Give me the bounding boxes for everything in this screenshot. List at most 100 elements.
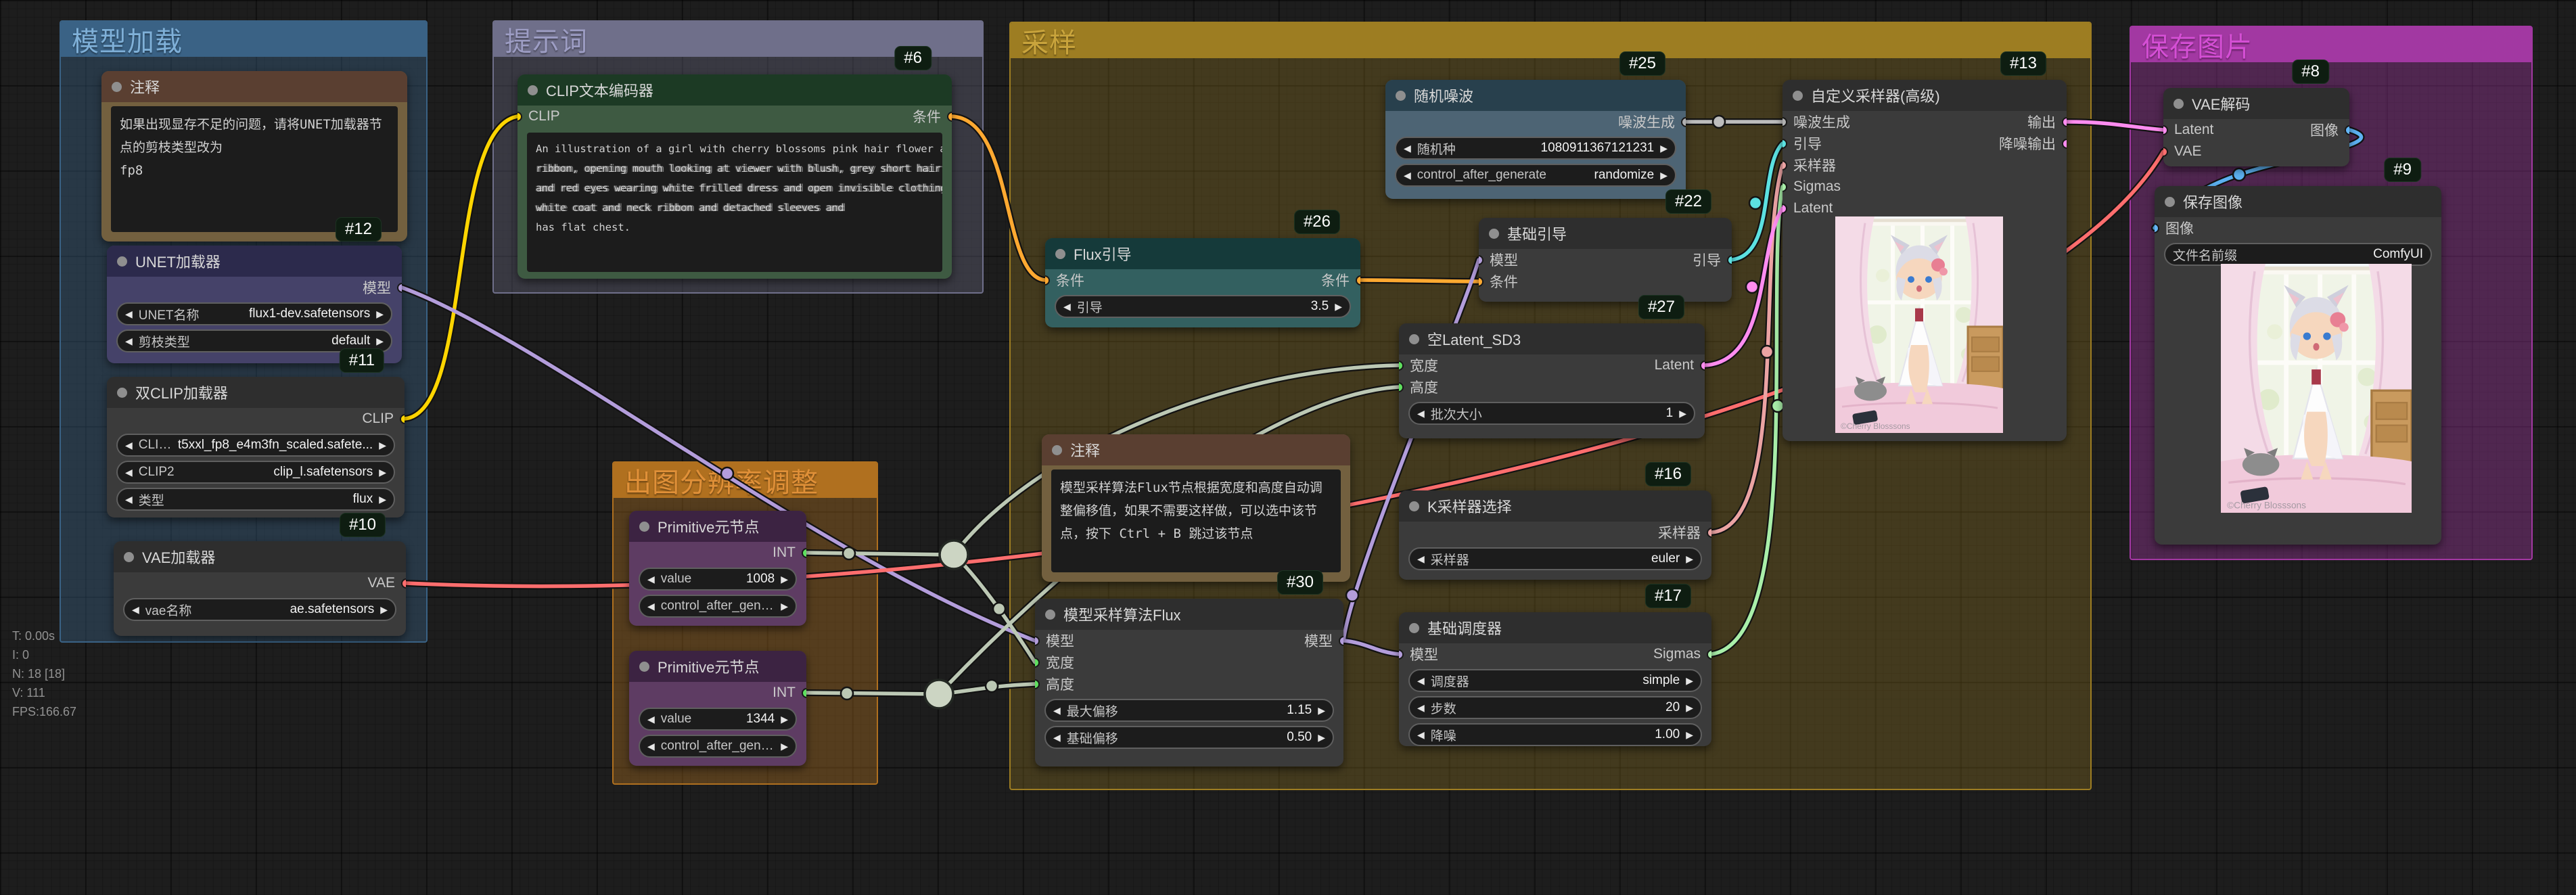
basic-scheduler-widget-降噪[interactable]: ◀降噪1.00▶ xyxy=(1408,723,1702,746)
decrement-arrow-icon[interactable]: ◀ xyxy=(125,440,133,451)
collapse-dot-icon[interactable] xyxy=(124,552,134,562)
model-sampling-flux-input-模型[interactable]: 模型 xyxy=(1035,630,1074,651)
output-slot-icon[interactable] xyxy=(802,688,806,698)
output-slot-icon[interactable] xyxy=(401,578,406,589)
note-model[interactable]: 注释如果出现显存不足的问题，请将UNET加载器节点的剪枝类型改为fp8 xyxy=(101,71,407,242)
output-slot-icon[interactable] xyxy=(397,283,402,293)
decrement-arrow-icon[interactable]: ◀ xyxy=(125,494,133,505)
empty-latent-sd3[interactable]: 空Latent_SD3宽度Latent高度◀批次大小1▶ xyxy=(1399,323,1705,438)
decrement-arrow-icon[interactable]: ◀ xyxy=(1404,143,1411,154)
decrement-arrow-icon[interactable]: ◀ xyxy=(1417,553,1425,565)
note-sampling-header[interactable]: 注释 xyxy=(1042,434,1350,465)
decrement-arrow-icon[interactable]: ◀ xyxy=(1417,702,1425,714)
basic-scheduler-input-模型[interactable]: 模型 xyxy=(1399,644,1438,664)
vae-decode-input-VAE[interactable]: VAE xyxy=(2163,143,2201,160)
primitive-height-header[interactable]: Primitive元节点 xyxy=(629,651,806,682)
increment-arrow-icon[interactable]: ▶ xyxy=(781,714,788,725)
sampler-custom-advanced-input-噪波生成[interactable]: 噪波生成 xyxy=(1782,112,1850,132)
collapse-dot-icon[interactable] xyxy=(1045,610,1055,620)
group-titlebar-resolution[interactable]: 出图分辨率调整 xyxy=(614,463,877,498)
output-slot-icon[interactable] xyxy=(2062,139,2067,149)
decrement-arrow-icon[interactable]: ◀ xyxy=(1404,170,1411,181)
sampler-custom-advanced-input-Sigmas[interactable]: Sigmas xyxy=(1782,179,1841,195)
collapse-dot-icon[interactable] xyxy=(1409,623,1419,633)
collapse-dot-icon[interactable] xyxy=(2165,197,2175,207)
increment-arrow-icon[interactable]: ▶ xyxy=(1660,143,1668,154)
basic-scheduler-widget-步数[interactable]: ◀步数20▶ xyxy=(1408,696,1702,719)
input-slot-icon[interactable] xyxy=(1035,636,1040,646)
input-slot-icon[interactable] xyxy=(1782,117,1787,127)
ksampler-select-widget-采样器[interactable]: ◀采样器euler▶ xyxy=(1408,547,1702,570)
vae-decode-header[interactable]: VAE解码 xyxy=(2163,88,2349,119)
graph-canvas[interactable]: 模型加载提示词出图分辨率调整采样保存图片 xyxy=(0,0,2576,895)
save-image-widget-文件名前缀[interactable]: 文件名前缀ComfyUI xyxy=(2164,243,2432,266)
primitive-width-widget-value[interactable]: ◀value1008▶ xyxy=(639,568,797,591)
dual-clip-loader-widget-CLIP1[interactable]: ◀CLIP1t5xxl_fp8_e4m3fn_scaled.safete...▶ xyxy=(116,434,395,457)
input-slot-icon[interactable] xyxy=(1782,182,1787,192)
sampler-custom-advanced-output-降噪输出[interactable]: 降噪输出 xyxy=(1999,133,2067,154)
sampler-custom-advanced-header[interactable]: 自定义采样器(高级) xyxy=(1782,80,2067,111)
random-noise-output-噪波生成[interactable]: 噪波生成 xyxy=(1618,112,1686,132)
sampler-custom-advanced-input-采样器[interactable]: 采样器 xyxy=(1782,155,1836,175)
model-sampling-flux-input-宽度[interactable]: 宽度 xyxy=(1035,652,1074,672)
model-sampling-flux-header[interactable]: 模型采样算法Flux xyxy=(1035,599,1343,630)
basic-scheduler-widget-调度器[interactable]: ◀调度器simple▶ xyxy=(1408,669,1702,692)
input-slot-icon[interactable] xyxy=(1479,277,1484,287)
decrement-arrow-icon[interactable]: ◀ xyxy=(125,467,133,478)
increment-arrow-icon[interactable]: ▶ xyxy=(379,494,386,505)
increment-arrow-icon[interactable]: ▶ xyxy=(1679,408,1686,419)
collapse-dot-icon[interactable] xyxy=(1396,91,1406,101)
dual-clip-loader-widget-类型[interactable]: ◀类型flux▶ xyxy=(116,488,395,511)
primitive-width-header[interactable]: Primitive元节点 xyxy=(629,511,806,542)
empty-latent-sd3-input-宽度[interactable]: 宽度 xyxy=(1399,355,1438,375)
clip-text-encode-output-条件[interactable]: 条件 xyxy=(913,106,952,127)
increment-arrow-icon[interactable]: ▶ xyxy=(781,741,788,752)
clip-text-encode-header[interactable]: CLIP文本编码器 xyxy=(518,74,952,106)
input-slot-icon[interactable] xyxy=(1045,275,1050,285)
random-noise-widget-control_after_generate[interactable]: ◀control_after_generaterandomize▶ xyxy=(1395,164,1676,187)
input-slot-icon[interactable] xyxy=(1479,255,1484,265)
decrement-arrow-icon[interactable]: ◀ xyxy=(647,741,655,752)
model-sampling-flux[interactable]: 模型采样算法Flux模型模型宽度高度◀最大偏移1.15▶◀基础偏移0.50▶ xyxy=(1035,599,1343,766)
decrement-arrow-icon[interactable]: ◀ xyxy=(647,714,655,725)
input-slot-icon[interactable] xyxy=(1399,382,1404,392)
primitive-height-output-INT[interactable]: INT xyxy=(773,685,806,701)
empty-latent-sd3-input-高度[interactable]: 高度 xyxy=(1399,377,1438,397)
note-sampling-text[interactable]: 模型采样算法Flux节点根据宽度和高度自动调整偏移值，如果不需要这样做，可以选中… xyxy=(1051,469,1341,572)
primitive-height-widget-value[interactable]: ◀value1344▶ xyxy=(639,708,797,731)
increment-arrow-icon[interactable]: ▶ xyxy=(781,574,788,585)
primitive-height[interactable]: Primitive元节点INT◀value1344▶◀control_after… xyxy=(629,651,806,766)
unet-loader-output-模型[interactable]: 模型 xyxy=(363,277,402,298)
sampler-custom-advanced-input-引导[interactable]: 引导 xyxy=(1782,133,1822,154)
decrement-arrow-icon[interactable]: ◀ xyxy=(125,336,133,347)
increment-arrow-icon[interactable]: ▶ xyxy=(1686,729,1693,741)
reroute-node[interactable] xyxy=(940,541,968,569)
output-slot-icon[interactable] xyxy=(2345,125,2349,135)
collapse-dot-icon[interactable] xyxy=(117,388,127,398)
output-slot-icon[interactable] xyxy=(802,548,806,558)
vae-loader-widget-vae名称[interactable]: ◀vae名称ae.safetensors▶ xyxy=(123,598,396,621)
note-model-text[interactable]: 如果出现显存不足的问题，请将UNET加载器节点的剪枝类型改为fp8 xyxy=(111,106,398,232)
group-titlebar-save[interactable]: 保存图片 xyxy=(2131,27,2531,62)
collapse-dot-icon[interactable] xyxy=(639,522,649,532)
input-slot-icon[interactable] xyxy=(2163,125,2168,135)
random-noise-widget-随机种[interactable]: ◀随机种1080911367121231▶ xyxy=(1395,137,1676,160)
sampler-custom-advanced[interactable]: 自定义采样器(高级)噪波生成输出引导降噪输出采样器SigmasLatent xyxy=(1782,80,2067,441)
input-slot-icon[interactable] xyxy=(1782,139,1787,149)
flux-guidance-output-条件[interactable]: 条件 xyxy=(1321,270,1360,290)
output-slot-icon[interactable] xyxy=(1700,361,1705,371)
decrement-arrow-icon[interactable]: ◀ xyxy=(647,601,655,612)
basic-guider[interactable]: 基础引导模型引导条件 xyxy=(1479,218,1732,302)
decrement-arrow-icon[interactable]: ◀ xyxy=(1417,729,1425,741)
reroute-node[interactable] xyxy=(925,680,953,708)
increment-arrow-icon[interactable]: ▶ xyxy=(376,336,384,347)
primitive-width-widget-control_after_generate.[interactable]: ◀control_after_generate.▶ xyxy=(639,595,797,618)
clip-text-encode-text[interactable]: An illustration of a girl with cherry bl… xyxy=(527,133,942,272)
increment-arrow-icon[interactable]: ▶ xyxy=(379,467,386,478)
vae-loader-header[interactable]: VAE加载器 xyxy=(114,541,406,572)
input-slot-icon[interactable] xyxy=(1782,160,1787,170)
vae-loader[interactable]: VAE加载器VAE◀vae名称ae.safetensors▶ xyxy=(114,541,406,636)
note-sampling[interactable]: 注释模型采样算法Flux节点根据宽度和高度自动调整偏移值，如果不需要这样做，可以… xyxy=(1042,434,1350,582)
empty-latent-sd3-output-Latent[interactable]: Latent xyxy=(1655,357,1705,373)
collapse-dot-icon[interactable] xyxy=(117,256,127,267)
